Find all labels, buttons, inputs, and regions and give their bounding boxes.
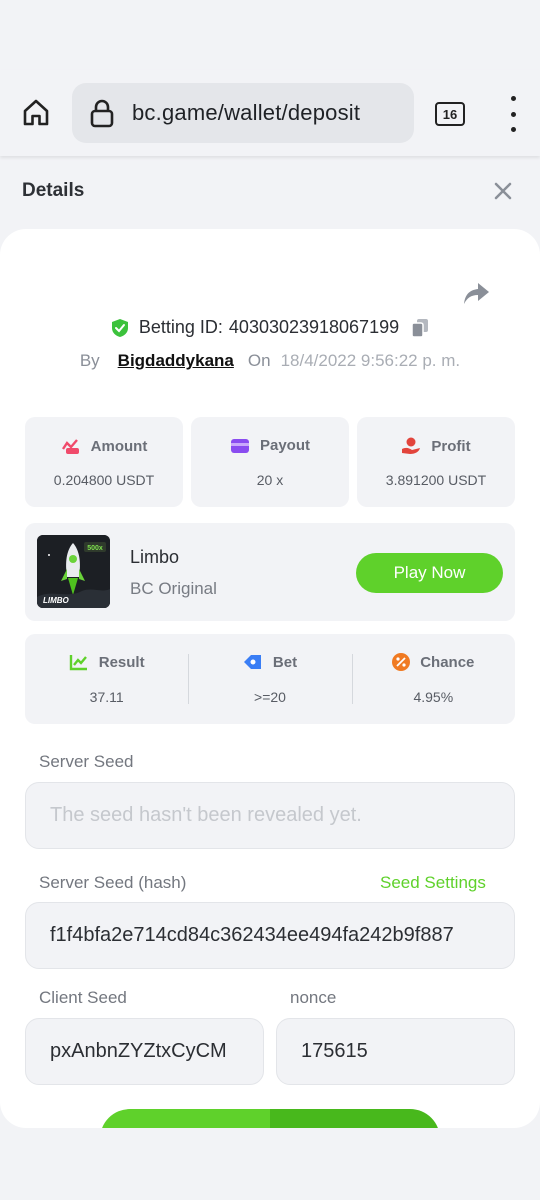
lock-icon [88, 97, 116, 129]
verify-button[interactable] [100, 1109, 440, 1128]
home-icon [23, 99, 49, 126]
result-chart-icon [69, 655, 87, 671]
on-label: On [247, 351, 271, 370]
nonce-field[interactable]: 175615 [276, 1018, 515, 1085]
username-link[interactable]: Bigdaddykana [118, 351, 234, 371]
server-seed-hash-label: Server Seed (hash) [39, 873, 187, 892]
details-title: Details [22, 180, 85, 201]
profit-box: Profit 3.891200 USDT [357, 417, 515, 507]
verify-button-right [270, 1109, 440, 1128]
thumb-badge: 500x [87, 545, 103, 552]
home-button[interactable] [18, 94, 54, 130]
browser-toolbar: bc.game/wallet/deposit 16 [0, 70, 540, 156]
payout-label: Payout [259, 437, 310, 454]
payout-icon [230, 438, 249, 453]
server-seed-hash-field[interactable]: f1f4bfa2e714cd84c362434ee494fa242b9f887 [25, 902, 515, 969]
overflow-menu-button[interactable] [503, 96, 523, 132]
betting-id-value: 40303023918067199 [228, 317, 400, 337]
nonce-label: nonce [290, 988, 337, 1007]
close-icon[interactable] [492, 180, 514, 202]
copy-icon[interactable] [411, 318, 429, 338]
payout-value: 20 x [256, 472, 284, 488]
chance-column: Chance 4.95% [351, 634, 515, 724]
result-summary: Result 37.11 Bet >=20 Chance 4.95% [25, 634, 515, 724]
by-label: By [79, 351, 100, 370]
status-bar [0, 0, 540, 70]
verify-button-left [100, 1109, 270, 1128]
amount-box: Amount 0.204800 USDT [25, 417, 183, 507]
menu-dot-icon [510, 127, 516, 132]
result-column: Result 37.11 [25, 634, 188, 724]
seed-settings-link[interactable]: Seed Settings [380, 873, 486, 893]
rocket-icon: 500x LIMBO [37, 535, 110, 608]
bet-author-row: By Bigdaddykana On 18/4/2022 9:56:22 p. … [0, 351, 540, 371]
profit-value: 3.891200 USDT [385, 472, 487, 488]
bet-date: 18/4/2022 9:56:22 p. m. [280, 351, 461, 370]
betting-id-row: Betting ID: 40303023918067199 [0, 317, 540, 338]
play-now-button[interactable]: Play Now [356, 553, 503, 593]
game-thumbnail[interactable]: 500x LIMBO [37, 535, 110, 608]
chance-label: Chance [420, 653, 475, 671]
url-text: bc.game/wallet/deposit [132, 100, 361, 125]
client-seed-field[interactable]: pxAnbnZYZtxCyCM [25, 1018, 264, 1085]
thumb-label: LIMBO [43, 596, 70, 605]
bet-details-card: Betting ID: 40303023918067199 By Bigdadd… [0, 229, 540, 1128]
betting-id-label: Betting ID: [138, 317, 223, 337]
bet-column: Bet >=20 [188, 634, 351, 724]
profit-label: Profit [431, 437, 471, 455]
server-seed-label: Server Seed [39, 752, 134, 771]
chance-value: 4.95% [413, 689, 454, 705]
bet-label: Bet [272, 653, 298, 671]
server-seed-field[interactable]: The seed hasn't been revealed yet. [25, 782, 515, 849]
bet-tag-icon [243, 655, 261, 669]
bet-value: >=20 [254, 689, 286, 705]
game-name: Limbo [130, 547, 180, 567]
tab-switcher-button[interactable]: 16 [435, 102, 465, 126]
payout-box: Payout 20 x [191, 417, 349, 507]
share-icon[interactable] [462, 281, 490, 307]
shield-check-icon [111, 318, 128, 337]
profit-icon [402, 437, 421, 454]
client-seed-label: Client Seed [39, 988, 127, 1007]
game-info-box: 500x LIMBO Limbo BC Original Play Now [25, 523, 515, 621]
result-value: 37.11 [89, 689, 124, 705]
result-label: Result [98, 653, 145, 671]
menu-dot-icon [510, 96, 516, 101]
percent-icon [392, 653, 411, 671]
amount-value: 0.204800 USDT [53, 472, 155, 488]
menu-dot-icon [510, 111, 516, 117]
bet-stats: Amount 0.204800 USDT Payout 20 x Profit [25, 417, 515, 507]
game-subtitle: BC Original [130, 579, 217, 598]
amount-label: Amount [90, 437, 148, 455]
amount-icon [61, 439, 79, 454]
url-bar[interactable]: bc.game/wallet/deposit [72, 83, 414, 143]
